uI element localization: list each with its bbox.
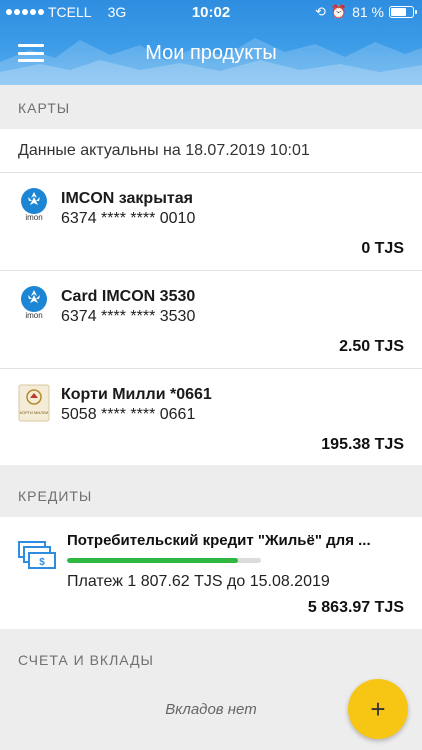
svg-text:imon: imon [25,213,42,222]
card-balance: 2.50 TJS [339,338,404,355]
alarm-icon: ⏰ [330,4,348,19]
card-name: IMCON закрытая [61,190,193,207]
card-number: 5058 **** **** 0661 [61,406,196,423]
page-title: Мои продукты [145,42,277,64]
section-title-accounts: СЧЕТА И ВКЛАДЫ [18,652,154,668]
card-balance: 195.38 TJS [321,436,404,453]
card-number: 6374 **** **** 3530 [61,308,196,325]
data-actual-date: Данные актуальны на 18.07.2019 10:01 [18,142,310,159]
app-header: TCELL 3G 10:02 ⟲ ⏰ 81 % Мои продукты [0,0,422,85]
svg-text:$: $ [39,557,45,568]
imon-logo-icon: imon [21,286,47,320]
credit-progress-bar [67,558,261,563]
imon-logo-icon: imon [21,188,47,222]
svg-text:КОРТИ МИЛЛИ: КОРТИ МИЛЛИ [20,410,49,415]
credit-payment-info: Платеж 1 807.62 TJS до 15.08.2019 [67,573,330,590]
status-bar: TCELL 3G 10:02 ⟲ ⏰ 81 % [0,0,422,24]
svg-text:imon: imon [25,311,42,320]
card-name: Card IMCON 3530 [61,288,196,305]
card-item[interactable]: КОРТИ МИЛЛИ Корти Милли *0661 5058 **** … [0,369,422,466]
section-title-cards: КАРТЫ [18,100,71,116]
credit-balance: 5 863.97 TJS [307,599,404,616]
battery-percent: 81 % [352,4,384,20]
rotation-lock-icon: ⟲ [314,4,326,19]
add-button[interactable]: + [348,679,408,739]
section-title-credits: КРЕДИТЫ [18,488,93,504]
card-item[interactable]: imon IMCON закрытая 6374 **** **** 0010 … [0,173,422,270]
money-stack-icon: $ [18,541,56,569]
battery-icon [389,6,417,18]
card-number: 6374 **** **** 0010 [61,210,196,227]
card-item[interactable]: imon Card IMCON 3530 6374 **** **** 3530… [0,271,422,368]
card-name: Корти Милли *0661 [61,386,212,403]
card-balance: 0 TJS [361,240,404,257]
plus-icon: + [370,694,386,724]
credit-name: Потребительский кредит "Жильё" для ... [67,532,371,549]
korti-milli-logo-icon: КОРТИ МИЛЛИ [18,384,50,422]
